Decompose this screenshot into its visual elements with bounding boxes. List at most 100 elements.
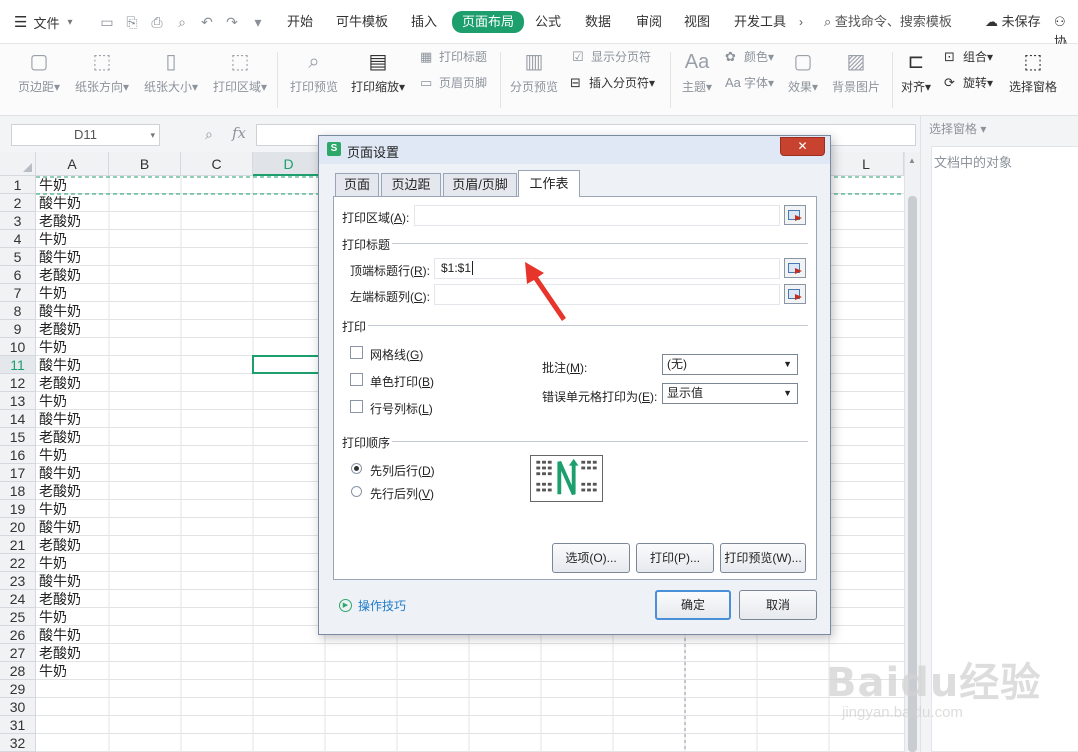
show-page-breaks-checkbox[interactable]: ☑ 显示分页符 [572, 48, 651, 65]
row-header[interactable]: 19 [0, 500, 36, 518]
tab-page[interactable]: 页面 [335, 173, 379, 196]
cell-a[interactable]: 酸牛奶 [37, 410, 81, 428]
print-area-input[interactable] [414, 205, 780, 226]
cell-a[interactable]: 牛奶 [37, 608, 67, 626]
gridlines-checkbox[interactable] [350, 346, 363, 359]
row-header[interactable]: 10 [0, 338, 36, 356]
tab-data[interactable]: 数据 [585, 12, 611, 32]
cell-a[interactable]: 牛奶 [37, 176, 67, 194]
cancel-button[interactable]: 取消 [739, 590, 817, 620]
print-scale-button[interactable]: ▤ 打印缩放▾ [348, 50, 408, 95]
cell-a[interactable]: 酸牛奶 [37, 572, 81, 590]
orientation-button[interactable]: ⬚ 纸张方向▾ [72, 50, 132, 95]
collaborate-button[interactable]: ⚇ 协 [1054, 12, 1078, 49]
row-header[interactable]: 2 [0, 194, 36, 212]
row-header[interactable]: 29 [0, 680, 36, 698]
cell-a[interactable]: 老酸奶 [37, 644, 81, 662]
cell-a[interactable]: 老酸奶 [37, 536, 81, 554]
rotate-button[interactable]: ⟳ 旋转 ▾ [944, 74, 993, 91]
cell-a[interactable]: 牛奶 [37, 446, 67, 464]
options-button[interactable]: 选项(O)... [552, 543, 630, 573]
tab-home[interactable]: 开始 [287, 12, 313, 32]
name-box[interactable]: D11 ▾ [11, 124, 160, 146]
print-area-ref-button[interactable] [784, 205, 806, 225]
row-header[interactable]: 6 [0, 266, 36, 284]
dialog-titlebar[interactable]: S 页面设置 ✕ [319, 136, 830, 164]
cell-a[interactable]: 老酸奶 [37, 266, 81, 284]
row-header[interactable]: 16 [0, 446, 36, 464]
cell-a[interactable]: 牛奶 [37, 554, 67, 572]
colors-button[interactable]: ✿ 颜色 ▾ [725, 48, 774, 65]
cell-a[interactable]: 老酸奶 [37, 374, 81, 392]
theme-button[interactable]: Aa 主题▾ [678, 50, 716, 95]
group-button[interactable]: ⊡ 组合 ▾ [944, 48, 993, 65]
fx-icon[interactable]: fx [232, 124, 246, 142]
tab-review[interactable]: 审阅 [636, 12, 662, 32]
row-header[interactable]: 7 [0, 284, 36, 302]
unsaved-status[interactable]: ☁ 未保存 [985, 12, 1041, 32]
cell-a[interactable]: 老酸奶 [37, 428, 81, 446]
tab-margins[interactable]: 页边距 [381, 173, 441, 196]
tab-header-footer[interactable]: 页眉/页脚 [443, 173, 517, 196]
row-header[interactable]: 20 [0, 518, 36, 536]
row-header[interactable]: 31 [0, 716, 36, 734]
cell-a[interactable]: 牛奶 [37, 230, 67, 248]
row-header[interactable]: 13 [0, 392, 36, 410]
cell-a[interactable]: 老酸奶 [37, 320, 81, 338]
row-header[interactable]: 12 [0, 374, 36, 392]
column-header-c[interactable]: C [181, 152, 253, 176]
tab-view[interactable]: 视图 [684, 12, 710, 32]
row-header[interactable]: 21 [0, 536, 36, 554]
effects-button[interactable]: ▢ 效果▾ [785, 50, 821, 95]
row-header[interactable]: 4 [0, 230, 36, 248]
row-header[interactable]: 26 [0, 626, 36, 644]
cell-a[interactable]: 酸牛奶 [37, 248, 81, 266]
margins-button[interactable]: ▢ 页边距▾ [14, 50, 64, 95]
tab-formulas[interactable]: 公式 [535, 12, 561, 32]
tab-sheet[interactable]: 工作表 [518, 170, 580, 197]
selection-pane-button[interactable]: ⬚ 选择窗格 [1006, 50, 1060, 95]
print-preview-icon[interactable]: ⌕ [172, 12, 192, 32]
scrollbar-thumb[interactable] [908, 196, 917, 752]
down-then-over-radio[interactable] [351, 463, 362, 474]
ok-button[interactable]: 确定 [655, 590, 731, 620]
row-header[interactable]: 11 [0, 356, 36, 374]
selection-pane-title[interactable]: 选择窗格 ▾ [929, 120, 986, 137]
print-button[interactable]: 打印(P)... [636, 543, 714, 573]
row-header[interactable]: 22 [0, 554, 36, 572]
column-header-a[interactable]: A [36, 152, 109, 176]
select-all-corner[interactable] [0, 152, 36, 176]
save-icon[interactable]: ▭ [97, 12, 117, 32]
row-col-headings-checkbox[interactable] [350, 400, 363, 413]
fonts-button[interactable]: Aa 字体 ▾ [725, 74, 774, 91]
row-header[interactable]: 15 [0, 428, 36, 446]
background-button[interactable]: ▨ 背景图片 [830, 50, 882, 95]
print-preview-button[interactable]: ⌕ 打印预览 [288, 50, 340, 95]
row-header[interactable]: 14 [0, 410, 36, 428]
tab-templates[interactable]: 可牛模板 [336, 12, 388, 32]
cell-a[interactable]: 酸牛奶 [37, 194, 81, 212]
cell-a[interactable]: 酸牛奶 [37, 518, 81, 536]
top-rows-ref-button[interactable] [784, 258, 806, 278]
cell-a[interactable]: 老酸奶 [37, 212, 81, 230]
tab-developer[interactable]: 开发工具 [734, 12, 786, 32]
print-area-button[interactable]: ⬚ 打印区域▾ [210, 50, 270, 95]
row-header[interactable]: 17 [0, 464, 36, 482]
errors-select[interactable]: 显示值 ▼ [662, 383, 798, 404]
redo-icon[interactable]: ↷ [222, 12, 242, 32]
print-preview-button[interactable]: 打印预览(W)... [720, 543, 806, 573]
cell-a[interactable]: 牛奶 [37, 338, 67, 356]
cell-a[interactable]: 老酸奶 [37, 482, 81, 500]
print-icon[interactable]: ⎙ [147, 12, 167, 32]
column-header-b[interactable]: B [109, 152, 181, 176]
left-cols-input[interactable] [434, 284, 780, 305]
row-header[interactable]: 27 [0, 644, 36, 662]
cell-a[interactable]: 酸牛奶 [37, 356, 81, 374]
align-button[interactable]: ⊏ 对齐▾ [898, 50, 934, 95]
close-button[interactable]: ✕ [780, 137, 825, 156]
selected-cell-d11[interactable] [252, 355, 324, 374]
export-icon[interactable]: ⎘ [122, 12, 142, 32]
comments-select[interactable]: (无) ▼ [662, 354, 798, 375]
cell-a[interactable]: 酸牛奶 [37, 626, 81, 644]
row-header[interactable]: 28 [0, 662, 36, 680]
